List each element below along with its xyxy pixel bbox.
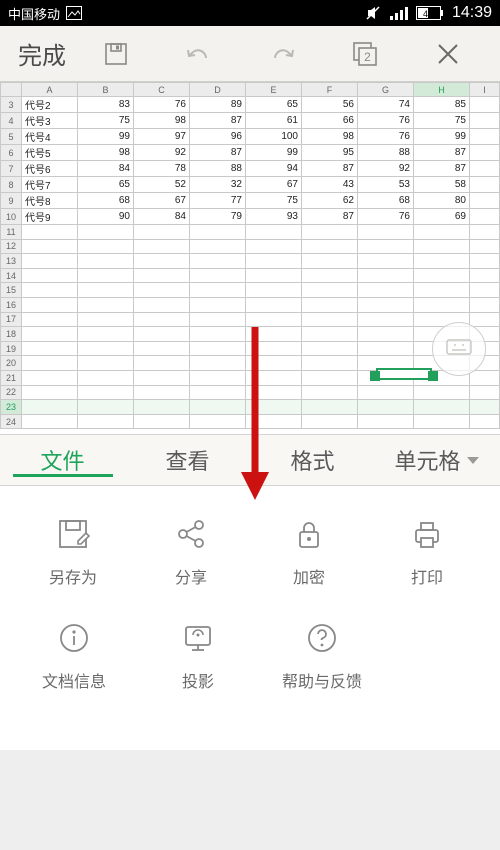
project-button[interactable]: 投影 (148, 618, 248, 692)
selected-shape[interactable] (370, 362, 438, 386)
close-button[interactable] (426, 32, 470, 76)
assistant-bubble[interactable] (432, 322, 486, 376)
lock-icon (292, 517, 326, 551)
signal-icon (390, 6, 408, 20)
info-icon (57, 621, 91, 655)
carrier-label: 中国移动 (8, 4, 60, 23)
svg-text:47: 47 (423, 9, 433, 19)
clock-label: 14:39 (452, 4, 492, 22)
mute-icon (364, 4, 382, 22)
share-button[interactable]: 分享 (141, 514, 241, 588)
keyboard-icon (446, 339, 472, 359)
projector-icon (181, 621, 215, 655)
share-icon (174, 517, 208, 551)
undo-button[interactable] (177, 32, 221, 76)
redo-button[interactable] (260, 32, 304, 76)
tab-cell[interactable]: 单元格 (375, 444, 500, 476)
main-toolbar: 完成 2 (0, 26, 500, 82)
pages-button[interactable]: 2 (343, 32, 387, 76)
help-icon (305, 621, 339, 655)
help-feedback-button[interactable]: 帮助与反馈 (272, 618, 372, 692)
encrypt-button[interactable]: 加密 (259, 514, 359, 588)
annotation-arrow (240, 322, 270, 502)
save-as-icon (56, 517, 90, 551)
printer-icon (410, 517, 444, 551)
tab-file[interactable]: 文件 (0, 444, 125, 476)
status-bar: 中国移动 47 14:39 (0, 0, 500, 26)
tab-view[interactable]: 查看 (125, 444, 250, 476)
file-panel: 另存为 分享 加密 打印 文档信息 投影 帮助与反馈 (0, 486, 500, 750)
spreadsheet[interactable]: ABCDEFGHI3代号2837689655674854代号3759887616… (0, 82, 500, 434)
save-as-button[interactable]: 另存为 (23, 514, 123, 588)
svg-text:2: 2 (364, 50, 371, 64)
print-button[interactable]: 打印 (377, 514, 477, 588)
gallery-icon (66, 6, 82, 20)
battery-icon: 47 (416, 6, 444, 20)
done-button[interactable]: 完成 (10, 36, 74, 71)
save-button[interactable] (94, 32, 138, 76)
doc-info-button[interactable]: 文档信息 (24, 618, 124, 692)
chevron-down-icon (465, 452, 481, 468)
